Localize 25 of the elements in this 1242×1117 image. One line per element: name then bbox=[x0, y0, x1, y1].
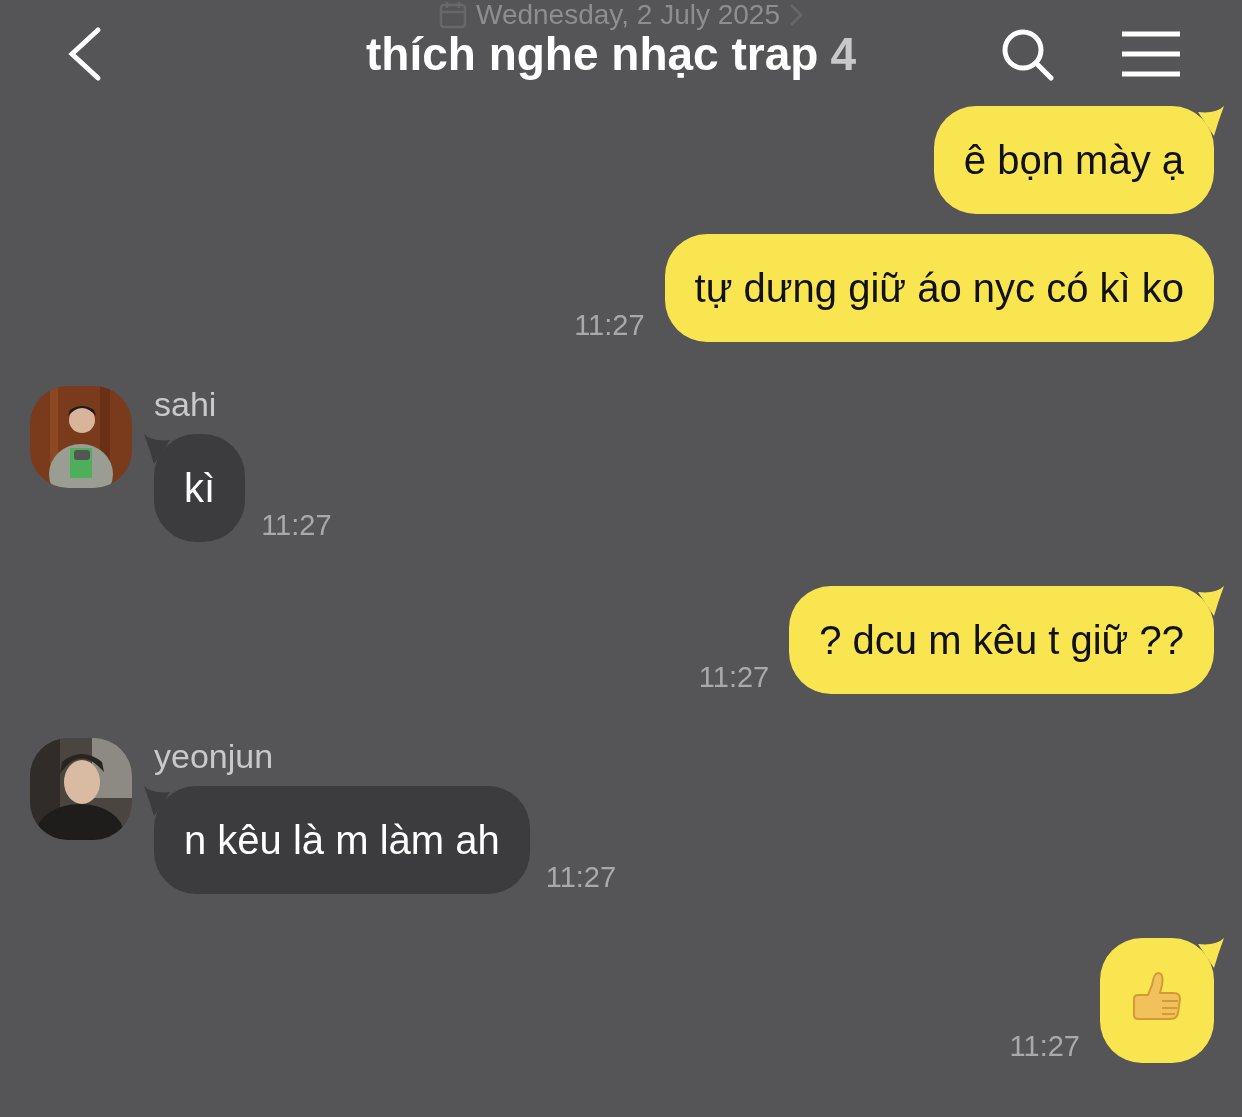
back-icon bbox=[66, 26, 102, 82]
bubble-tail bbox=[1198, 586, 1224, 616]
message-time: 11:27 bbox=[574, 308, 645, 342]
message-time: 11:27 bbox=[1009, 1029, 1080, 1063]
message-time: 11:27 bbox=[261, 508, 332, 542]
sender-name: sahi bbox=[154, 386, 218, 422]
message-bubble: ê bọn mày ạ bbox=[933, 106, 1214, 214]
bubble-tail bbox=[144, 434, 170, 464]
message-bubble: ? dcu m kêu t giữ ?? bbox=[789, 586, 1214, 694]
message-bubble: tự dưng giữ áo nyc có kì ko bbox=[664, 234, 1214, 342]
search-icon bbox=[1000, 27, 1054, 81]
date-label: Wednesday, 2 July 2025 bbox=[475, 0, 781, 30]
member-count: 4 bbox=[830, 27, 856, 81]
message-bubble: kì bbox=[154, 434, 246, 542]
sender-name: yeonjun bbox=[154, 738, 275, 774]
message-bubble: n kêu là m làm ah bbox=[154, 786, 530, 894]
menu-icon bbox=[1120, 31, 1182, 77]
message-time: 11:27 bbox=[698, 660, 770, 694]
thumbs-up-icon bbox=[1130, 969, 1184, 1023]
back-button[interactable] bbox=[66, 26, 102, 82]
bubble-tail bbox=[144, 786, 170, 816]
search-button[interactable] bbox=[1000, 27, 1054, 81]
bubble-tail bbox=[1198, 106, 1224, 136]
menu-button[interactable] bbox=[1120, 31, 1182, 77]
message-time: 11:27 bbox=[545, 860, 617, 894]
